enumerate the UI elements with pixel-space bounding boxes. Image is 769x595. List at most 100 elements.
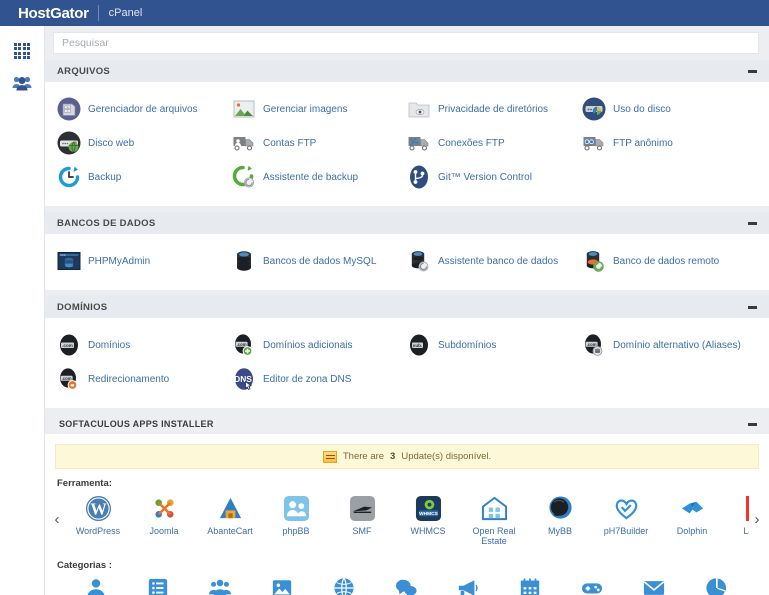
collapse-toggle-softaculous[interactable] <box>748 422 757 426</box>
category-servicos-de-email[interactable]: Serviços de e-mail <box>623 575 685 595</box>
app-whmcs[interactable]: WHMCS WHMCS <box>395 493 461 547</box>
tile-git-version-control[interactable]: Git™ Version Control <box>407 160 582 194</box>
tile-domains[interactable]: .com Domínios <box>57 328 232 362</box>
tile-anonymous-ftp[interactable]: FTP anônimo <box>582 126 757 160</box>
tile-mysql-databases[interactable]: Bancos de dados MySQL <box>232 244 407 278</box>
tile-backup[interactable]: Backup <box>57 160 232 194</box>
categories-prev-arrow[interactable]: ‹ <box>49 575 65 595</box>
tile-phpmyadmin[interactable]: PHPMyAdmin <box>57 244 232 278</box>
tile-backup-wizard[interactable]: Assistente de backup <box>232 160 407 194</box>
joomla-icon <box>131 493 197 523</box>
tile-label: Git™ Version Control <box>438 171 532 183</box>
item-row: .com Redirecionamento DNS Editor de zona… <box>57 362 757 396</box>
section-header-softaculous: SOFTACULOUS APPS INSTALLER <box>45 414 769 434</box>
database-wizard-icon <box>407 249 431 273</box>
tile-label: Gerenciar imagens <box>263 103 348 115</box>
tile-label: Conexões FTP <box>438 137 505 149</box>
tile-ftp-connections[interactable]: Conexões FTP <box>407 126 582 160</box>
category-portais[interactable]: Portais <box>127 575 189 595</box>
abantecart-icon <box>197 493 263 523</box>
category-calendarios[interactable]: Calendários <box>499 575 561 595</box>
ftp-connections-icon <box>407 131 431 155</box>
phpmyadmin-icon <box>57 249 81 273</box>
category-foruns[interactable]: Fóruns <box>189 575 251 595</box>
tile-subdomains[interactable]: sub. Subdomínios <box>407 328 582 362</box>
user-icon <box>65 575 127 595</box>
globe-icon <box>313 575 375 595</box>
app-mybb[interactable]: MyBB <box>527 493 593 547</box>
tile-file-manager[interactable]: Gerenciador de arquivos <box>57 92 232 126</box>
app-laravel[interactable]: Laravel <box>725 493 749 547</box>
tile-label: Contas FTP <box>263 137 317 149</box>
tile-ftp-accounts[interactable]: Contas FTP <box>232 126 407 160</box>
categories-list: Blogs <box>65 575 749 595</box>
category-blogs[interactable]: Blogs <box>65 575 127 595</box>
section-title: ARQUIVOS <box>57 65 111 77</box>
collapse-toggle-dominios[interactable] <box>748 305 757 309</box>
sidebar-item-users[interactable] <box>0 67 44 99</box>
svg-text:W: W <box>90 499 107 518</box>
app-label: Open Real Estate <box>472 526 516 547</box>
tile-aliases[interactable]: .com Domínio alternativo (Aliases) <box>582 328 757 362</box>
app-abantecart[interactable]: AbanteCart <box>197 493 263 547</box>
item-row: Disco web Contas FTP Conexões FTP FTP an… <box>57 126 757 160</box>
app-dolphin[interactable]: Dolphin <box>659 493 725 547</box>
app-wordpress[interactable]: W WordPress <box>65 493 131 547</box>
list-icon <box>127 575 189 595</box>
collapse-toggle-bancos-de-dados[interactable] <box>748 221 757 225</box>
app-joomla[interactable]: Joomla <box>131 493 197 547</box>
app-phpbb[interactable]: phpBB <box>263 493 329 547</box>
category-wikis[interactable]: Wikis <box>313 575 375 595</box>
categories-next-arrow[interactable]: › <box>749 575 765 595</box>
update-note-icon <box>322 450 337 463</box>
app-ph7builder[interactable]: pH7Builder <box>593 493 659 547</box>
categories-label: Categorias : <box>57 559 112 571</box>
sidebar-item-apps[interactable] <box>0 35 44 67</box>
tile-directory-privacy[interactable]: Privacidade de diretórios <box>407 92 582 126</box>
main-content: ARQUIVOS <box>45 26 769 595</box>
disk-usage-icon <box>582 97 606 121</box>
tile-label: FTP anônimo <box>613 137 673 149</box>
tile-images[interactable]: Gerenciar imagens <box>232 92 407 126</box>
tile-database-wizard[interactable]: Assistente banco de dados <box>407 244 582 278</box>
tile-redirects[interactable]: .com Redirecionamento <box>57 362 232 396</box>
app-label: MyBB <box>547 526 572 536</box>
tile-label: PHPMyAdmin <box>88 255 151 267</box>
category-galeria-de-imagens[interactable]: Galeria de imagens <box>251 575 313 595</box>
item-row: PHPMyAdmin Bancos de dados MySQL Assiste… <box>57 244 757 278</box>
svg-text:WHMCS: WHMCS <box>419 511 439 517</box>
app-label: AbanteCart <box>207 526 253 536</box>
category-publicidade[interactable]: Publicidade <box>437 575 499 595</box>
section-dominios: DOMÍNIOS .com Domínios .com Domínios adi… <box>45 296 769 408</box>
chat-icon <box>375 575 437 595</box>
category-jogos[interactable]: Jogos <box>561 575 623 595</box>
tile-dns-zone-editor[interactable]: DNS Editor de zona DNS <box>232 362 407 396</box>
collapse-toggle-arquivos[interactable] <box>748 69 757 73</box>
tile-disk-usage[interactable]: Uso do disco <box>582 92 757 126</box>
apps-prev-arrow[interactable]: ‹ <box>49 493 65 528</box>
app-label: Joomla <box>149 526 179 536</box>
tile-label: Uso do disco <box>613 103 671 115</box>
app-label: pH7Builder <box>603 526 649 536</box>
remote-database-icon <box>582 249 606 273</box>
envelope-icon <box>623 575 685 595</box>
svg-text:sub.: sub. <box>413 343 422 348</box>
category-pesquisas[interactable]: Pesquisas <box>685 575 747 595</box>
aliases-icon: .com <box>582 333 606 357</box>
app-label: WHMCS <box>410 526 446 536</box>
brand-logo[interactable]: HostGator <box>18 5 98 22</box>
tile-web-disk[interactable]: Disco web <box>57 126 232 160</box>
search-input[interactable] <box>53 32 759 54</box>
category-redes-sociais[interactable]: Redes sociais <box>375 575 437 595</box>
apps-next-arrow[interactable]: › <box>749 493 765 528</box>
tools-label: Ferramenta: <box>57 478 112 489</box>
tile-label: Domínios <box>88 339 131 351</box>
app-smf[interactable]: SMF <box>329 493 395 547</box>
tile-label: Assistente banco de dados <box>438 255 559 267</box>
tile-remote-database[interactable]: Banco de dados remoto <box>582 244 757 278</box>
tile-addon-domains[interactable]: .com Domínios adicionais <box>232 328 407 362</box>
section-title: DOMÍNIOS <box>57 301 108 313</box>
app-open-real-estate[interactable]: Open Real Estate <box>461 493 527 547</box>
item-row: Backup Assistente de backup Git™ Version… <box>57 160 757 194</box>
alert-suffix: Update(s) disponível. <box>401 451 492 462</box>
